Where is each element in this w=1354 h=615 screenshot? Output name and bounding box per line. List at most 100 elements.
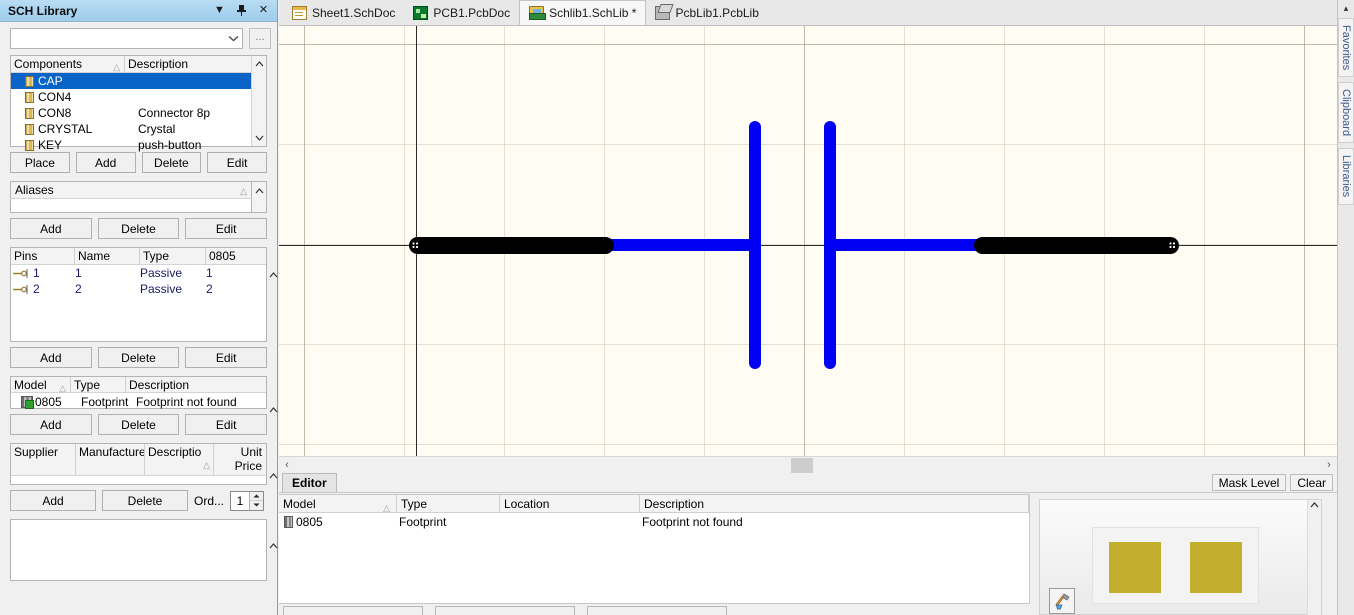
edit-alias-button[interactable]: Edit xyxy=(185,218,268,239)
column-header-designator[interactable]: 0805 xyxy=(206,248,266,265)
schematic-document-icon xyxy=(292,5,307,20)
column-header-manufacturer[interactable]: Manufacture xyxy=(76,444,145,475)
column-header-description[interactable]: Description xyxy=(126,377,266,393)
column-header-unit-price[interactable]: Unit Price xyxy=(214,444,266,475)
delete-model-button[interactable]: Delete xyxy=(97,414,180,435)
scroll-right-icon[interactable]: › xyxy=(1321,457,1337,473)
aliases-action-buttons: Add Delete Edit xyxy=(0,213,277,243)
rail-tab-libraries[interactable]: Libraries xyxy=(1338,148,1354,205)
delete-supplier-button[interactable]: Delete xyxy=(102,490,188,511)
column-header-aliases[interactable]: Aliases △ xyxy=(10,181,252,199)
column-header-type[interactable]: Type xyxy=(140,247,206,265)
column-header-description[interactable]: Description xyxy=(640,495,1029,512)
column-header-description[interactable]: Descriptio △ xyxy=(145,444,214,475)
pin-number: 1 xyxy=(33,266,40,280)
capacitor-lead-left[interactable] xyxy=(609,239,757,251)
list-item[interactable]: CRYSTAL Crystal xyxy=(11,121,251,137)
column-header-pins[interactable]: Pins xyxy=(11,247,75,265)
library-select[interactable] xyxy=(10,28,243,49)
column-header-supplier[interactable]: Supplier xyxy=(11,444,76,475)
bottom-button-3[interactable] xyxy=(587,606,727,615)
column-header-model[interactable]: Model △ xyxy=(279,495,397,512)
tab-pcblib1-pcblib[interactable]: PcbLib1.PcbLib xyxy=(646,0,767,25)
place-button[interactable]: Place xyxy=(10,152,70,173)
pins-scroll-up-icon[interactable] xyxy=(268,269,278,281)
column-header-model[interactable]: Model △ xyxy=(11,376,71,393)
scroll-up-icon[interactable] xyxy=(251,183,267,199)
preview-scrollbar[interactable] xyxy=(1307,500,1321,615)
pin-icon[interactable] xyxy=(235,4,248,18)
add-component-button[interactable]: Add xyxy=(75,152,136,173)
tab-schlib1-schlib[interactable]: Schlib1.SchLib * xyxy=(519,0,647,25)
capacitor-lead-right[interactable] xyxy=(831,239,979,251)
chevron-down-icon[interactable]: ▼ xyxy=(213,4,226,18)
delete-component-button[interactable]: Delete xyxy=(141,152,202,173)
component-description: push-button xyxy=(138,138,202,152)
sort-ascending-icon: △ xyxy=(240,186,247,196)
rail-tab-favorites[interactable]: Favorites xyxy=(1338,18,1354,78)
column-header-name[interactable]: Name xyxy=(75,247,140,265)
schematic-library-canvas[interactable] xyxy=(279,26,1337,456)
canvas-horizontal-scrollbar[interactable]: ‹ › xyxy=(279,456,1337,473)
tab-editor[interactable]: Editor xyxy=(282,473,337,492)
column-header-location[interactable]: Location xyxy=(500,495,640,512)
chevron-down-icon[interactable] xyxy=(224,29,242,48)
scroll-up-icon[interactable] xyxy=(251,56,267,72)
component-icon xyxy=(25,139,34,151)
delete-pin-button[interactable]: Delete xyxy=(97,347,180,368)
column-header-components[interactable]: Components △ xyxy=(11,55,125,73)
table-row[interactable]: 1 1 Passive 1 xyxy=(11,265,266,281)
footprint-preview-canvas xyxy=(1092,527,1259,604)
column-header-type[interactable]: Type xyxy=(397,495,500,512)
pin-2-graphic[interactable] xyxy=(974,237,1179,254)
edit-pin-button[interactable]: Edit xyxy=(185,347,268,368)
aliases-scrollbar[interactable] xyxy=(252,181,267,213)
table-row[interactable]: 0805 Footprint Footprint not found xyxy=(279,513,1029,531)
table-row[interactable]: 0805 Footprint Footprint not found xyxy=(11,393,266,410)
component-name: KEY xyxy=(38,138,63,152)
list-item[interactable]: CAP xyxy=(11,73,251,89)
components-scrollbar[interactable] xyxy=(251,56,266,146)
bottom-button-1[interactable] xyxy=(283,606,423,615)
stepper-up-icon[interactable] xyxy=(250,491,264,501)
scroll-thumb-horizontal[interactable] xyxy=(791,458,813,473)
edit-component-button[interactable]: Edit xyxy=(207,152,267,173)
close-icon[interactable]: ✕ xyxy=(257,4,270,18)
add-alias-button[interactable]: Add xyxy=(10,218,92,239)
column-header-type[interactable]: Type xyxy=(71,376,126,393)
bottom-button-2[interactable] xyxy=(435,606,575,615)
list-item[interactable]: CON4 xyxy=(11,89,251,105)
list-item[interactable]: KEY push-button xyxy=(11,137,251,153)
pin-type: Passive xyxy=(140,266,183,280)
pin-icon xyxy=(11,268,33,278)
tab-pcb1-pcbdoc[interactable]: PCB1.PcbDoc xyxy=(404,0,519,25)
models-scroll-up-icon[interactable] xyxy=(268,404,278,416)
clear-mask-button[interactable]: Clear xyxy=(1290,474,1333,491)
order-quantity-stepper[interactable]: 1 xyxy=(230,490,265,511)
pin-type: Passive xyxy=(140,282,183,296)
model-description: Footprint not found xyxy=(136,394,237,409)
footprint-models-grid: Model △ Type Location Description 0805 F… xyxy=(279,494,1030,604)
scroll-left-icon[interactable]: ‹ xyxy=(279,457,295,473)
add-supplier-button[interactable]: Add xyxy=(10,490,96,511)
delete-alias-button[interactable]: Delete xyxy=(97,218,180,239)
supplier-scroll-up-icon[interactable] xyxy=(268,470,278,482)
scroll-down-icon[interactable] xyxy=(251,130,267,146)
panel-titlebar: SCH Library ▼ ✕ xyxy=(0,0,277,22)
add-model-button[interactable]: Add xyxy=(10,414,92,435)
tab-sheet1-schdoc[interactable]: Sheet1.SchDoc xyxy=(283,0,404,25)
supplier-action-row: Add Delete Ord... 1 xyxy=(0,485,277,515)
rail-tab-clipboard[interactable]: Clipboard xyxy=(1338,82,1354,144)
pin-1-graphic[interactable] xyxy=(409,237,614,254)
footprint-preview-pane[interactable] xyxy=(1039,499,1322,615)
stepper-down-icon[interactable] xyxy=(250,501,264,510)
mask-level-button[interactable]: Mask Level xyxy=(1211,474,1287,491)
edit-model-button[interactable]: Edit xyxy=(185,414,268,435)
detail-scroll-up-icon[interactable] xyxy=(268,540,278,552)
column-header-description[interactable]: Description xyxy=(125,56,251,73)
table-row[interactable]: 2 2 Passive 2 xyxy=(11,281,266,297)
rail-caret-icon[interactable]: ▴ xyxy=(1344,4,1349,13)
add-pin-button[interactable]: Add xyxy=(10,347,92,368)
list-item[interactable]: CON8 Connector 8p xyxy=(11,105,251,121)
library-browse-button[interactable]: ... xyxy=(249,28,271,49)
